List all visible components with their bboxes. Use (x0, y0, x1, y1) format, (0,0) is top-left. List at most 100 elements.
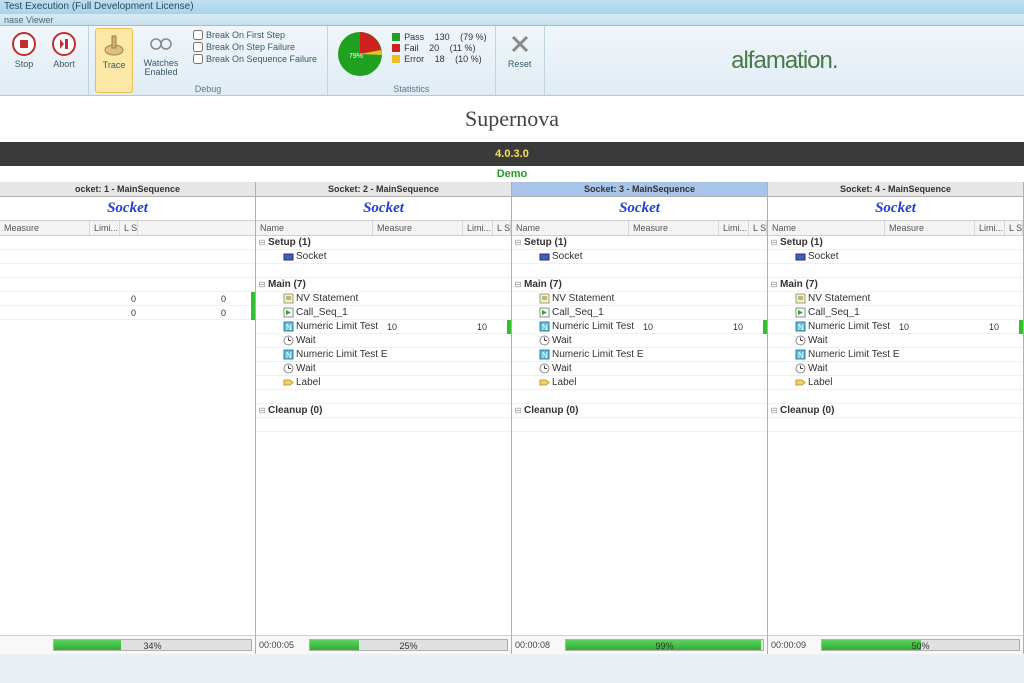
label-icon (538, 377, 550, 389)
socket-icon (538, 251, 550, 263)
tree-row[interactable]: Wait (256, 362, 511, 376)
version-bar: 4.0.3.0 (0, 142, 1024, 166)
tree-row[interactable]: Wait (512, 362, 767, 376)
label-icon (794, 377, 806, 389)
tree-row[interactable]: Label (768, 376, 1023, 390)
socket-header[interactable]: ocket: 1 - MainSequence (0, 182, 255, 197)
step-label: Label (808, 377, 899, 388)
tree-row[interactable] (512, 390, 767, 404)
tree-row[interactable]: ⊟Cleanup (0) (768, 404, 1023, 418)
ribbon-toolbar: Stop Abort Trace Watches Enabled Break O… (0, 26, 1024, 96)
tree-row[interactable]: NNumeric Limit Test1010 (256, 320, 511, 334)
tree-row[interactable] (256, 418, 511, 432)
tree-row[interactable]: ⊟Cleanup (0) (512, 404, 767, 418)
socket-panel: Socket: 2 - MainSequenceSocketNameMeasur… (256, 182, 512, 654)
demo-label: Demo (0, 166, 1024, 182)
stmt-icon (282, 293, 294, 305)
tree-row[interactable]: ⊟Setup (1) (768, 236, 1023, 250)
step-label: Main (7) (780, 279, 899, 290)
tree-row[interactable] (768, 418, 1023, 432)
trace-icon (100, 31, 128, 59)
stmt-icon (794, 293, 806, 305)
tree-row[interactable]: NV Statement (256, 292, 511, 306)
expand-toggle[interactable]: ⊟ (256, 280, 268, 289)
step-tree[interactable]: ⊟Setup (1)Socket⊟Main (7)NV StatementCal… (768, 236, 1023, 635)
call-icon (538, 307, 550, 319)
stop-button[interactable]: Stop (6, 28, 42, 93)
tree-row[interactable]: NV Statement (768, 292, 1023, 306)
stats-pie-chart: 79% (334, 28, 386, 80)
expand-toggle[interactable]: ⊟ (256, 238, 268, 247)
expand-toggle[interactable]: ⊟ (768, 280, 780, 289)
socket-title: Socket (512, 197, 767, 220)
tree-row[interactable] (256, 264, 511, 278)
step-tree[interactable]: 0000 (0, 236, 255, 635)
expand-toggle[interactable]: ⊟ (512, 406, 524, 415)
tree-row[interactable]: ⊟Cleanup (0) (256, 404, 511, 418)
progress-bar: 50% (821, 639, 1020, 651)
tree-row[interactable] (512, 264, 767, 278)
num-icon: N (538, 321, 550, 333)
socket-header[interactable]: Socket: 4 - MainSequence (768, 182, 1023, 197)
expand-toggle[interactable]: ⊟ (256, 406, 268, 415)
tree-row[interactable]: Label (512, 376, 767, 390)
tree-row[interactable]: NNumeric Limit Test1010 (512, 320, 767, 334)
tree-row[interactable] (256, 390, 511, 404)
svg-text:N: N (798, 323, 804, 332)
socket-panel: Socket: 4 - MainSequence Socket NameMeasur… (768, 182, 1024, 654)
tree-row[interactable]: 00 (0, 306, 255, 320)
call-icon (282, 307, 294, 319)
tree-row[interactable]: Socket (768, 250, 1023, 264)
abort-button[interactable]: Abort (46, 28, 82, 93)
expand-toggle[interactable]: ⊟ (512, 238, 524, 247)
tree-row[interactable]: Call_Seq_1 (768, 306, 1023, 320)
step-label: Label (296, 377, 387, 388)
tree-row[interactable]: 00 (0, 292, 255, 306)
tree-row[interactable]: ⊟Setup (1) (512, 236, 767, 250)
tree-row[interactable]: ⊟Main (7) (512, 278, 767, 292)
tree-row[interactable]: ⊟Main (7) (256, 278, 511, 292)
elapsed-time: 00:00:08 (515, 640, 561, 650)
step-tree[interactable]: ⊟Setup (1)Socket ⊟Main (7)NV StatementCal… (256, 236, 511, 635)
tree-row[interactable]: NNumeric Limit Test Error (256, 348, 511, 362)
tree-row[interactable]: Call_Seq_1 (256, 306, 511, 320)
step-tree[interactable]: ⊟Setup (1)Socket ⊟Main (7)NV StatementCal… (512, 236, 767, 635)
reset-button[interactable]: Reset (502, 28, 538, 93)
tree-row[interactable]: Call_Seq_1 (512, 306, 767, 320)
tree-row[interactable]: NNumeric Limit Test Error (768, 348, 1023, 362)
tree-row[interactable]: NNumeric Limit Test1010 (768, 320, 1023, 334)
tree-row[interactable]: NNumeric Limit Test Error (512, 348, 767, 362)
tree-row[interactable]: Wait (512, 334, 767, 348)
expand-toggle[interactable]: ⊟ (512, 280, 524, 289)
tree-row[interactable] (768, 264, 1023, 278)
socket-header[interactable]: Socket: 2 - MainSequence (256, 182, 511, 197)
product-name: Supernova (0, 106, 1024, 132)
break-first-checkbox[interactable]: Break On First Step (193, 30, 317, 40)
break-step-checkbox[interactable]: Break On Step Failure (193, 42, 317, 52)
wait-icon (794, 335, 806, 347)
column-headers: NameMeasureLimi...L S (768, 220, 1023, 236)
tree-row[interactable]: Socket (256, 250, 511, 264)
socket-footer: 00:00:0899% (512, 635, 767, 654)
tree-row[interactable]: Socket (512, 250, 767, 264)
tree-row[interactable]: Wait (768, 362, 1023, 376)
step-label: Label (552, 377, 643, 388)
step-label: NV Statement (808, 293, 899, 304)
tree-row[interactable]: Wait (256, 334, 511, 348)
tree-row[interactable]: ⊟Main (7) (768, 278, 1023, 292)
expand-toggle[interactable]: ⊟ (768, 238, 780, 247)
tree-row[interactable] (768, 390, 1023, 404)
num-icon: N (282, 349, 294, 361)
tree-row[interactable]: NV Statement (512, 292, 767, 306)
socket-header[interactable]: Socket: 3 - MainSequence (512, 182, 767, 197)
step-label: Setup (1) (780, 237, 899, 248)
step-label: Cleanup (0) (524, 405, 643, 416)
expand-toggle[interactable]: ⊟ (768, 406, 780, 415)
tree-row[interactable]: Wait (768, 334, 1023, 348)
error-swatch (392, 55, 400, 63)
stmt-icon (538, 293, 550, 305)
tree-row[interactable] (512, 418, 767, 432)
tree-row[interactable]: ⊟Setup (1) (256, 236, 511, 250)
break-seq-checkbox[interactable]: Break On Sequence Failure (193, 54, 317, 64)
tree-row[interactable]: Label (256, 376, 511, 390)
